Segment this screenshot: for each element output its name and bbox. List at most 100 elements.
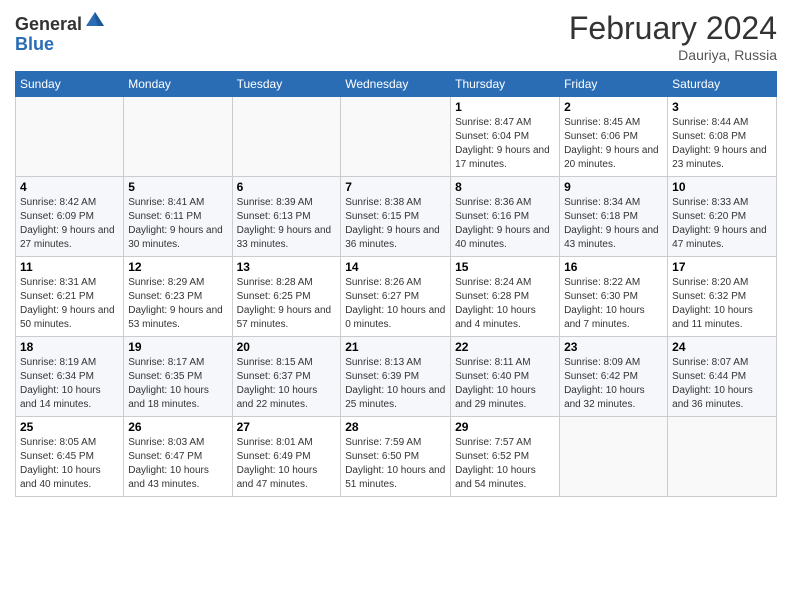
table-row: 26 Sunrise: 8:03 AM Sunset: 6:47 PM Dayli… (124, 417, 232, 497)
table-row (232, 97, 341, 177)
day-info: Sunrise: 8:36 AM Sunset: 6:16 PM Dayligh… (455, 196, 555, 252)
day-info: Sunrise: 8:34 AM Sunset: 6:18 PM Dayligh… (564, 196, 663, 252)
day-number: 19 (128, 340, 227, 354)
table-row: 28 Sunrise: 7:59 AM Sunset: 6:50 PM Dayli… (341, 417, 451, 497)
calendar-table: Sunday Monday Tuesday Wednesday Thursday… (15, 71, 777, 497)
table-row: 21 Sunrise: 8:13 AM Sunset: 6:39 PM Dayli… (341, 337, 451, 417)
week-row-3: 11Sunrise: 8:31 AM Sunset: 6:21 PM Dayli… (16, 257, 777, 337)
day-number: 18 (20, 340, 119, 354)
day-number: 15 (455, 260, 555, 274)
page-container: General Blue February 2024 Dauriya, Russ… (0, 0, 792, 502)
day-number: 1 (455, 100, 555, 114)
day-info: Sunrise: 8:47 AM Sunset: 6:04 PM Dayligh… (455, 116, 555, 172)
col-thursday: Thursday (451, 72, 560, 97)
day-number: 8 (455, 180, 555, 194)
table-row: 22 Sunrise: 8:11 AM Sunset: 6:40 PM Dayli… (451, 337, 560, 417)
day-info: Sunrise: 8:07 AM Sunset: 6:44 PM Dayligh… (672, 356, 772, 412)
day-info: Sunrise: 8:03 AM Sunset: 6:47 PM Dayligh… (128, 436, 227, 492)
header-row: Sunday Monday Tuesday Wednesday Thursday… (16, 72, 777, 97)
table-row (668, 417, 777, 497)
day-info: Sunrise: 8:20 AM Sunset: 6:32 PM Dayligh… (672, 276, 772, 332)
week-row-5: 25Sunrise: 8:05 AM Sunset: 6:45 PM Dayli… (16, 417, 777, 497)
table-row: 15 Sunrise: 8:24 AM Sunset: 6:28 PM Dayli… (451, 257, 560, 337)
table-row: 18Sunrise: 8:19 AM Sunset: 6:34 PM Dayli… (16, 337, 124, 417)
col-tuesday: Tuesday (232, 72, 341, 97)
table-row: 11Sunrise: 8:31 AM Sunset: 6:21 PM Dayli… (16, 257, 124, 337)
col-monday: Monday (124, 72, 232, 97)
day-info: Sunrise: 8:44 AM Sunset: 6:08 PM Dayligh… (672, 116, 772, 172)
header: General Blue February 2024 Dauriya, Russ… (15, 10, 777, 63)
logo: General Blue (15, 10, 106, 55)
table-row: 23Sunrise: 8:09 AM Sunset: 6:42 PM Dayli… (560, 337, 668, 417)
day-info: Sunrise: 8:29 AM Sunset: 6:23 PM Dayligh… (128, 276, 227, 332)
table-row (341, 97, 451, 177)
table-row (16, 97, 124, 177)
table-row: 17 Sunrise: 8:20 AM Sunset: 6:32 PM Dayli… (668, 257, 777, 337)
table-row: 24 Sunrise: 8:07 AM Sunset: 6:44 PM Dayli… (668, 337, 777, 417)
col-saturday: Saturday (668, 72, 777, 97)
day-number: 3 (672, 100, 772, 114)
day-number: 17 (672, 260, 772, 274)
table-row: 29 Sunrise: 7:57 AM Sunset: 6:52 PM Dayli… (451, 417, 560, 497)
day-number: 6 (237, 180, 337, 194)
day-number: 25 (20, 420, 119, 434)
day-info: Sunrise: 7:59 AM Sunset: 6:50 PM Dayligh… (345, 436, 446, 492)
table-row: 14 Sunrise: 8:26 AM Sunset: 6:27 PM Dayli… (341, 257, 451, 337)
day-number: 10 (672, 180, 772, 194)
day-number: 4 (20, 180, 119, 194)
day-info: Sunrise: 8:24 AM Sunset: 6:28 PM Dayligh… (455, 276, 555, 332)
day-number: 16 (564, 260, 663, 274)
day-info: Sunrise: 8:41 AM Sunset: 6:11 PM Dayligh… (128, 196, 227, 252)
day-info: Sunrise: 8:15 AM Sunset: 6:37 PM Dayligh… (237, 356, 337, 412)
day-number: 5 (128, 180, 227, 194)
table-row: 6Sunrise: 8:39 AM Sunset: 6:13 PM Daylig… (232, 177, 341, 257)
day-number: 2 (564, 100, 663, 114)
table-row (124, 97, 232, 177)
day-info: Sunrise: 8:42 AM Sunset: 6:09 PM Dayligh… (20, 196, 119, 252)
day-info: Sunrise: 8:17 AM Sunset: 6:35 PM Dayligh… (128, 356, 227, 412)
table-row: 5 Sunrise: 8:41 AM Sunset: 6:11 PM Daylig… (124, 177, 232, 257)
day-info: Sunrise: 8:22 AM Sunset: 6:30 PM Dayligh… (564, 276, 663, 332)
day-number: 27 (237, 420, 337, 434)
table-row: 1 Sunrise: 8:47 AM Sunset: 6:04 PM Daylig… (451, 97, 560, 177)
day-info: Sunrise: 8:31 AM Sunset: 6:21 PM Dayligh… (20, 276, 119, 332)
day-number: 7 (345, 180, 446, 194)
table-row: 25Sunrise: 8:05 AM Sunset: 6:45 PM Dayli… (16, 417, 124, 497)
col-sunday: Sunday (16, 72, 124, 97)
day-number: 14 (345, 260, 446, 274)
day-info: Sunrise: 8:26 AM Sunset: 6:27 PM Dayligh… (345, 276, 446, 332)
day-info: Sunrise: 8:09 AM Sunset: 6:42 PM Dayligh… (564, 356, 663, 412)
day-number: 22 (455, 340, 555, 354)
day-number: 9 (564, 180, 663, 194)
day-info: Sunrise: 7:57 AM Sunset: 6:52 PM Dayligh… (455, 436, 555, 492)
table-row: 27 Sunrise: 8:01 AM Sunset: 6:49 PM Dayli… (232, 417, 341, 497)
table-row: 4 Sunrise: 8:42 AM Sunset: 6:09 PM Daylig… (16, 177, 124, 257)
col-friday: Friday (560, 72, 668, 97)
week-row-2: 4 Sunrise: 8:42 AM Sunset: 6:09 PM Daylig… (16, 177, 777, 257)
table-row: 19 Sunrise: 8:17 AM Sunset: 6:35 PM Dayli… (124, 337, 232, 417)
logo-blue: Blue (15, 34, 54, 54)
month-year-title: February 2024 (569, 10, 777, 47)
day-number: 21 (345, 340, 446, 354)
location-subtitle: Dauriya, Russia (569, 47, 777, 63)
day-number: 20 (237, 340, 337, 354)
day-info: Sunrise: 8:13 AM Sunset: 6:39 PM Dayligh… (345, 356, 446, 412)
table-row: 16 Sunrise: 8:22 AM Sunset: 6:30 PM Dayli… (560, 257, 668, 337)
logo-icon (84, 8, 106, 30)
logo-general: General (15, 14, 82, 34)
day-number: 28 (345, 420, 446, 434)
week-row-1: 1 Sunrise: 8:47 AM Sunset: 6:04 PM Daylig… (16, 97, 777, 177)
table-row: 13Sunrise: 8:28 AM Sunset: 6:25 PM Dayli… (232, 257, 341, 337)
day-info: Sunrise: 8:45 AM Sunset: 6:06 PM Dayligh… (564, 116, 663, 172)
day-number: 26 (128, 420, 227, 434)
col-wednesday: Wednesday (341, 72, 451, 97)
day-number: 24 (672, 340, 772, 354)
title-area: February 2024 Dauriya, Russia (569, 10, 777, 63)
day-info: Sunrise: 8:11 AM Sunset: 6:40 PM Dayligh… (455, 356, 555, 412)
day-number: 13 (237, 260, 337, 274)
day-number: 12 (128, 260, 227, 274)
table-row: 10Sunrise: 8:33 AM Sunset: 6:20 PM Dayli… (668, 177, 777, 257)
day-info: Sunrise: 8:01 AM Sunset: 6:49 PM Dayligh… (237, 436, 337, 492)
day-number: 29 (455, 420, 555, 434)
table-row: 20 Sunrise: 8:15 AM Sunset: 6:37 PM Dayli… (232, 337, 341, 417)
